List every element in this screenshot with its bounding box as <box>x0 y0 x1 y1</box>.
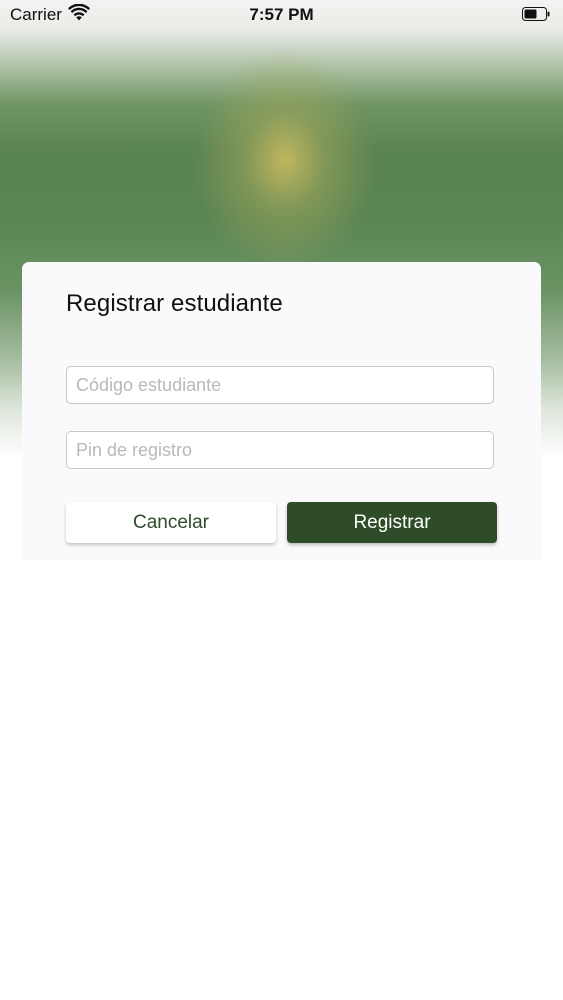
clock: 7:57 PM <box>249 5 314 24</box>
cancel-button-label: Cancelar <box>132 511 210 533</box>
student-code-field[interactable] <box>66 366 494 404</box>
student-code-input[interactable] <box>67 367 493 403</box>
pin-input[interactable] <box>67 432 493 468</box>
dialog-title: Registrar estudiante <box>66 290 283 317</box>
battery-icon <box>522 7 550 21</box>
cancel-button[interactable]: Cancelar <box>66 502 276 543</box>
register-button[interactable]: Registrar <box>287 502 497 543</box>
status-bar: Carrier 7:57 PM <box>0 0 563 30</box>
pin-field[interactable] <box>66 431 494 469</box>
register-button-label: Registrar <box>353 511 431 533</box>
register-dialog: Registrar estudiante Cancelar Registrar <box>22 262 541 560</box>
